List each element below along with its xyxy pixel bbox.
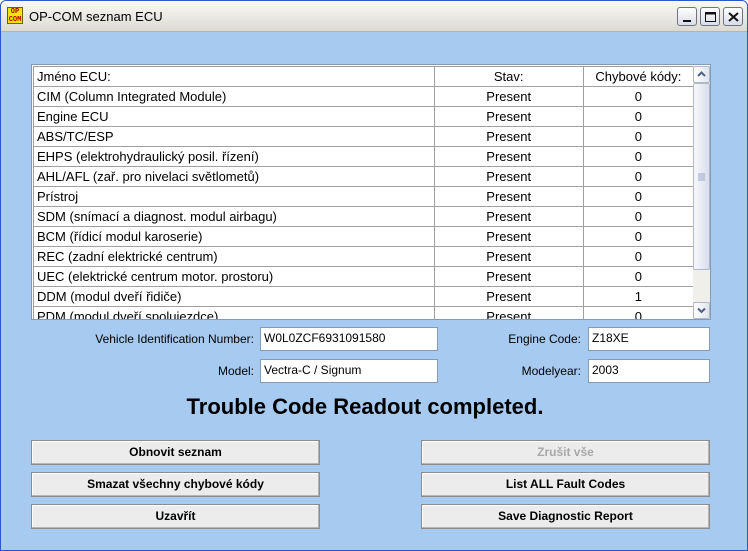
status-message: Trouble Code Readout completed. (186, 394, 544, 419)
list-all-fault-codes-button[interactable]: List ALL Fault Codes (421, 472, 710, 497)
ecu-status: Present (433, 146, 584, 167)
ecu-table: Jméno ECU: Stav: Chybové kódy: CIM (Colu… (33, 66, 695, 319)
clear-fault-codes-button[interactable]: Smazat všechny chybové kódy (31, 472, 320, 497)
ecu-name: DDM (modul dveří řidiče) (33, 286, 435, 307)
modelyear-label: Modelyear: (521, 364, 581, 378)
ecu-status: Present (433, 266, 584, 287)
ecu-fault-count: 0 (582, 226, 695, 247)
ecu-status: Present (433, 86, 584, 107)
close-button[interactable]: Uzavřít (31, 504, 320, 529)
ecu-fault-count: 0 (582, 206, 695, 227)
ecu-name: Engine ECU (33, 106, 435, 127)
table-row[interactable]: EHPS (elektrohydraulický posil. řízení) P… (33, 146, 695, 167)
ecu-name: CIM (Column Integrated Module) (33, 86, 435, 107)
chevron-down-icon (697, 307, 706, 314)
ecu-status: Present (433, 246, 584, 267)
table-row[interactable]: Engine ECU Present 0 (33, 106, 695, 127)
table-row[interactable]: REC (zadní elektrické centrum) Present 0 (33, 246, 695, 267)
ecu-name: PDM (modul dveří spolujezdce) (33, 306, 435, 319)
ecu-fault-count: 0 (582, 106, 695, 127)
ecu-status: Present (433, 206, 584, 227)
maximize-button[interactable] (700, 7, 720, 26)
ecu-name: SDM (snímací a diagnost. modul airbagu) (33, 206, 435, 227)
ecu-table-header: Jméno ECU: Stav: Chybové kódy: (33, 66, 695, 87)
ecu-status: Present (433, 126, 584, 147)
column-header-status[interactable]: Stav: (433, 66, 584, 87)
column-header-fault-codes[interactable]: Chybové kódy: (582, 66, 695, 87)
title-bar[interactable]: OP COM OP-COM seznam ECU (1, 1, 747, 32)
ecu-name: AHL/AFL (zař. pro nivelaci světlometů) (33, 166, 435, 187)
ecu-name: UEC (elektrické centrum motor. prostoru) (33, 266, 435, 287)
ecu-name: REC (zadní elektrické centrum) (33, 246, 435, 267)
table-row[interactable]: DDM (modul dveří řidiče) Present 1 (33, 286, 695, 307)
table-row[interactable]: CIM (Column Integrated Module) Present 0 (33, 86, 695, 107)
app-window: OP COM OP-COM seznam ECU Jméno ECU: Stav:… (0, 0, 748, 551)
model-field[interactable]: Vectra-C / Signum (260, 359, 438, 383)
ecu-list-scrollbar[interactable] (693, 66, 710, 319)
refresh-list-button[interactable]: Obnovit seznam (31, 440, 320, 465)
ecu-status: Present (433, 286, 584, 307)
ecu-fault-count: 0 (582, 146, 695, 167)
ecu-fault-count: 0 (582, 86, 695, 107)
opcom-app-icon: OP COM (7, 7, 23, 24)
column-header-name[interactable]: Jméno ECU: (33, 66, 435, 87)
ecu-status: Present (433, 106, 584, 127)
ecu-name: EHPS (elektrohydraulický posil. řízení) (33, 146, 435, 167)
table-row[interactable]: SDM (snímací a diagnost. modul airbagu) P… (33, 206, 695, 227)
chevron-up-icon (697, 71, 706, 77)
ecu-status: Present (433, 166, 584, 187)
scroll-down-button[interactable] (693, 302, 710, 319)
scroll-up-button[interactable] (693, 66, 710, 83)
maximize-icon (705, 12, 716, 22)
close-window-button[interactable] (723, 7, 743, 26)
engine-code-field[interactable]: Z18XE (588, 327, 710, 351)
vin-label: Vehicle Identification Number: (95, 332, 254, 346)
ecu-status: Present (433, 186, 584, 207)
ecu-list[interactable]: Jméno ECU: Stav: Chybové kódy: CIM (Colu… (31, 64, 711, 320)
table-row[interactable]: ABS/TC/ESP Present 0 (33, 126, 695, 147)
cancel-all-button[interactable]: Zrušit vše (421, 440, 710, 465)
ecu-name: BCM (řídicí modul karoserie) (33, 226, 435, 247)
table-row[interactable]: Prístroj Present 0 (33, 186, 695, 207)
ecu-fault-count: 1 (582, 286, 695, 307)
ecu-fault-count: 0 (582, 186, 695, 207)
table-row[interactable]: PDM (modul dveří spolujezdce) Present 0 (33, 306, 695, 319)
ecu-status: Present (433, 226, 584, 247)
ecu-name: Prístroj (33, 186, 435, 207)
ecu-fault-count: 0 (582, 126, 695, 147)
save-diagnostic-report-button[interactable]: Save Diagnostic Report (421, 504, 710, 529)
scrollbar-thumb[interactable] (693, 83, 710, 270)
model-label: Model: (217, 364, 254, 378)
grip-icon (698, 173, 705, 181)
modelyear-field[interactable]: 2003 (588, 359, 710, 383)
vin-field[interactable]: W0L0ZCF6931091580 (260, 327, 438, 351)
close-icon (728, 12, 739, 22)
engine-code-label: Engine Code: (508, 332, 581, 346)
minimize-icon (683, 20, 691, 22)
ecu-name: ABS/TC/ESP (33, 126, 435, 147)
ecu-fault-count: 0 (582, 306, 695, 319)
table-row[interactable]: BCM (řídicí modul karoserie) Present 0 (33, 226, 695, 247)
minimize-button[interactable] (677, 7, 697, 26)
window-title: OP-COM seznam ECU (29, 9, 163, 24)
ecu-fault-count: 0 (582, 246, 695, 267)
ecu-status: Present (433, 306, 584, 319)
ecu-fault-count: 0 (582, 266, 695, 287)
table-row[interactable]: AHL/AFL (zař. pro nivelaci světlometů) Pr… (33, 166, 695, 187)
ecu-fault-count: 0 (582, 166, 695, 187)
table-row[interactable]: UEC (elektrické centrum motor. prostoru)… (33, 266, 695, 287)
